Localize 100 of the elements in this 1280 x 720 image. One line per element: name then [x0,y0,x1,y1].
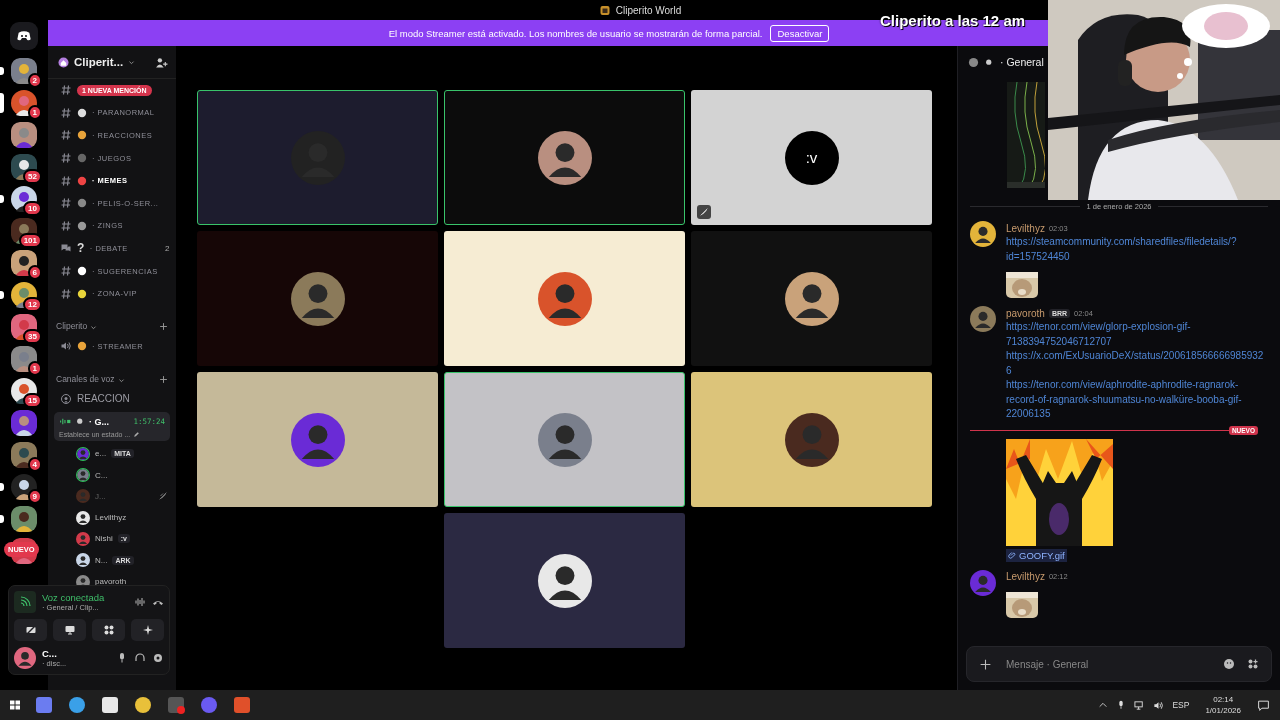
streamer-mode-notice: El modo Streamer está activado. Los nombres de usuario se mostrarán de forma parcial. [388,27,763,39]
language-indicator[interactable]: ESP [1172,700,1190,710]
video-tile[interactable] [197,231,438,366]
avatar [537,412,592,467]
hash-icon [60,219,72,232]
user-name[interactable]: e... [95,449,107,459]
video-tile[interactable] [444,90,685,225]
hash-icon [60,152,72,165]
user-name: C... [42,648,58,659]
plus-icon[interactable] [979,657,992,671]
settings-icon[interactable] [152,652,164,664]
speaker-icon[interactable] [1153,699,1165,711]
soundboard-button[interactable] [131,619,164,641]
video-tile[interactable] [691,372,932,507]
hash-icon [60,265,72,278]
author-name[interactable]: Levilthyz [1006,222,1045,234]
unread-badge: 101 [18,233,42,248]
network-icon[interactable] [1134,699,1146,711]
channel-emoji: ? [77,241,85,256]
emoji-icon[interactable] [1223,658,1235,670]
server-icon[interactable] [11,282,37,308]
channel-name[interactable]: REACCION [77,393,130,405]
soundwave-icon[interactable] [134,596,146,608]
connection-icon[interactable] [14,591,36,613]
unread-badge: 15 [23,393,42,408]
deactivate-button[interactable]: Desactivar [770,24,830,42]
user-name[interactable]: C... [95,470,108,480]
notification-icon[interactable] [1257,698,1270,712]
category-name[interactable]: Cliperito [56,320,88,331]
server-icon[interactable] [11,378,37,404]
user-name[interactable]: pavoroth [95,577,127,587]
avatar [784,412,839,467]
emoji-icon [77,175,87,186]
author-name[interactable]: pavoroth [1006,307,1045,319]
camera-button[interactable] [14,619,47,641]
emoji-icon [77,198,87,209]
server-icon[interactable] [11,154,37,180]
stage-icon [60,392,72,405]
taskbar-app-icon[interactable] [67,695,87,715]
apps-icon [102,624,115,636]
taskbar-app-icon[interactable] [100,695,120,715]
attachment-link[interactable]: GOOFY.gif [1006,548,1067,562]
activities-button[interactable] [92,619,125,641]
signal-icon [19,596,31,608]
server-icon[interactable] [11,250,37,276]
window-title: Cliperito World [615,4,682,16]
user-name[interactable]: Levilthyz [95,513,127,523]
unread-badge: 12 [23,297,42,312]
pencil-icon[interactable] [133,431,141,439]
avatar: :v [784,130,839,185]
message-field[interactable]: Mensaje · General [1004,657,1211,671]
server-icon[interactable] [11,410,37,436]
unread-badge: 10 [23,201,42,216]
category-name[interactable]: Canales de voz [56,373,115,384]
unread-badge: 35 [23,329,42,344]
apps-icon[interactable] [1247,658,1259,670]
user-name[interactable]: Nishi [95,534,113,544]
video-tile[interactable] [444,231,685,366]
server-icon[interactable] [11,346,37,372]
hash-icon [60,106,72,119]
video-tile[interactable] [691,231,932,366]
screen-share-button[interactable] [53,619,86,641]
video-tile[interactable] [444,372,685,507]
server-icon [58,56,69,68]
taskbar-app-icon[interactable] [133,695,153,715]
avatar [537,130,592,185]
server-icon[interactable] [11,90,37,116]
server-icon[interactable] [11,506,37,532]
plus-icon[interactable] [159,374,168,384]
user-name[interactable]: N... [95,555,108,565]
plus-icon[interactable] [159,321,168,331]
app-logo-icon [598,4,611,16]
headphones-icon[interactable] [134,652,146,664]
server-icon[interactable] [11,442,37,468]
caret-up-icon[interactable] [1098,700,1109,710]
avatar [970,306,996,332]
unread-badge: 52 [23,169,42,184]
server-icon[interactable] [11,122,37,148]
server-icon[interactable] [11,186,37,212]
home-button[interactable] [10,22,38,50]
server-icon[interactable] [11,58,37,84]
server-icon[interactable] [11,314,37,340]
clock-date[interactable]: 1/01/2026 [1205,705,1241,716]
video-tile[interactable] [197,90,438,225]
add-user-icon[interactable] [155,55,168,69]
hash-icon [60,174,72,187]
author-name[interactable]: Levilthyz [1006,571,1045,582]
video-tile[interactable] [444,513,685,648]
server-icon[interactable] [11,474,37,500]
message-link[interactable]: https://tenor.com/view/aphrodite-aphrodite-ragnarok-record-of-ragnarok-shuumatsu-no-walküre-booba-gif-22006135 [1006,378,1268,422]
video-tile[interactable] [197,372,438,507]
message-link[interactable]: https://steamcommunity.com/sharedfiles/filedetails/?id=157524450 [1006,235,1268,264]
avatar [970,569,996,596]
clock-time[interactable]: 02:14 [1213,694,1234,705]
windows-icon[interactable] [9,699,21,711]
server-name[interactable]: Cliperit... [74,56,124,68]
avatar [537,553,592,608]
muted-icon [158,491,168,502]
emoji-icon [77,130,87,141]
video-tile[interactable]: :v [691,90,932,225]
